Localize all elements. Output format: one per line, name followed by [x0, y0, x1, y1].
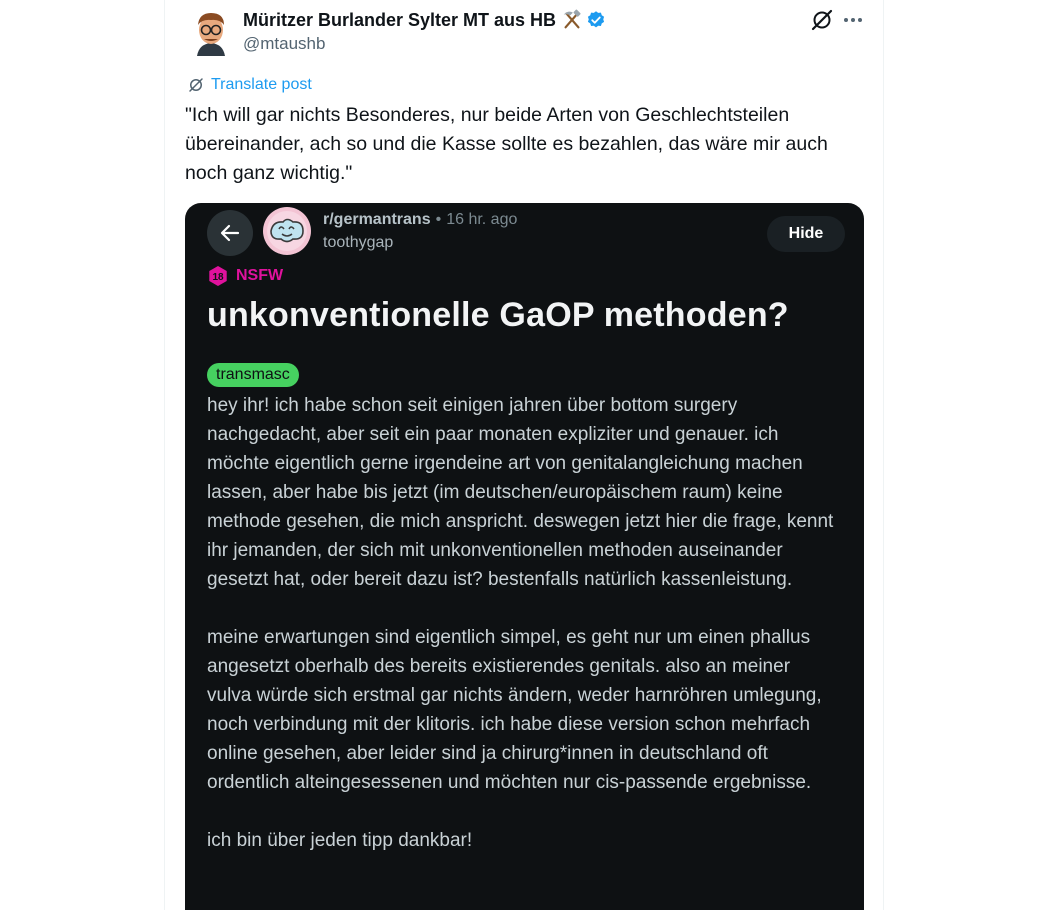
author-handle[interactable]: @mtaushb	[243, 34, 325, 54]
post-body: hey ihr! ich habe schon seit einigen jah…	[207, 391, 837, 884]
post-title: unkonventionelle GaOP methoden?	[207, 296, 789, 334]
post-paragraph: hey ihr! ich habe schon seit einigen jah…	[207, 395, 834, 590]
hammer-and-pick-icon	[563, 9, 581, 29]
post-flair: transmasc	[207, 363, 299, 387]
post-paragraph: meine erwartungen sind eigentlich simpel…	[207, 627, 822, 793]
grok-icon[interactable]	[810, 8, 834, 32]
nsfw-18-icon: 18	[209, 266, 227, 286]
more-options-icon[interactable]	[840, 8, 866, 32]
tweet-column: Müritzer Burlander Sylter MT aus HB @mta…	[164, 0, 884, 910]
post-time: 16 hr. ago	[446, 211, 518, 228]
author-name-row[interactable]: Müritzer Burlander Sylter MT aus HB	[243, 8, 606, 32]
nsfw-label: NSFW	[236, 267, 284, 284]
hide-button: Hide	[767, 216, 845, 252]
post-paragraph: ich bin über jeden tipp dankbar!	[207, 830, 473, 851]
translate-post-link[interactable]: Translate post	[187, 76, 312, 94]
nsfw-badge-text: 18	[212, 272, 224, 283]
translate-post-label[interactable]: Translate post	[211, 76, 312, 94]
meta-separator: •	[435, 211, 442, 228]
subreddit-avatar-icon	[263, 207, 311, 255]
verified-badge-icon[interactable]	[586, 10, 606, 30]
grok-translate-icon	[189, 78, 203, 92]
subreddit-name: r/germantrans	[323, 211, 431, 228]
tweet-media-image[interactable]: r/germantrans • 16 hr. ago toothygap Hide …	[185, 203, 864, 910]
post-username: toothygap	[323, 234, 394, 251]
subreddit-meta: r/germantrans • 16 hr. ago	[323, 211, 517, 229]
author-display-name[interactable]: Müritzer Burlander Sylter MT aus HB	[243, 10, 556, 31]
tweet-text: "Ich will gar nichts Besonderes, nur bei…	[185, 104, 828, 184]
nsfw-tag: 18 NSFW	[207, 265, 283, 287]
memoji-avatar-icon[interactable]	[187, 8, 235, 56]
arrow-left-icon	[207, 210, 253, 256]
